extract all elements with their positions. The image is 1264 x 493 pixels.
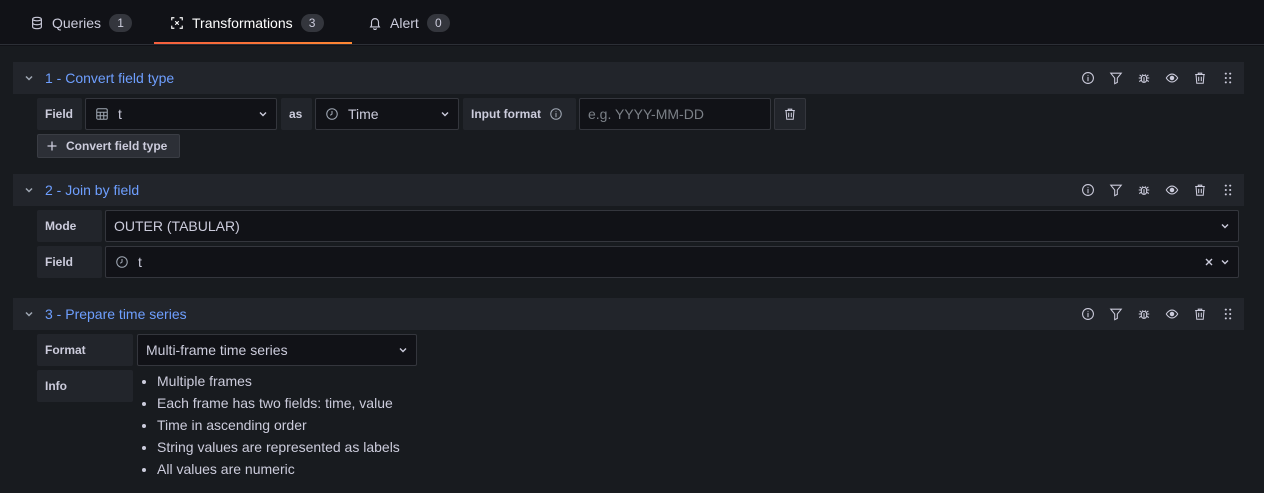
tab-transformations[interactable]: Transformations 3 bbox=[170, 0, 324, 45]
transform-icon bbox=[170, 16, 184, 30]
info-circle-icon[interactable] bbox=[1080, 70, 1096, 86]
transformation-3-header[interactable]: 3 - Prepare time series bbox=[13, 298, 1244, 330]
type-select-value: Time bbox=[348, 106, 379, 122]
input-format-placeholder: e.g. YYYY-MM-DD bbox=[588, 106, 704, 122]
chevron-down-icon[interactable] bbox=[13, 73, 45, 83]
tab-transformations-count: 3 bbox=[300, 13, 324, 32]
chevron-down-icon bbox=[258, 109, 268, 119]
clock-icon bbox=[114, 254, 130, 270]
chevron-down-icon[interactable] bbox=[13, 185, 45, 195]
transformation-2-title[interactable]: 2 - Join by field bbox=[45, 182, 139, 198]
transformation-3-title[interactable]: 3 - Prepare time series bbox=[45, 306, 187, 322]
active-tab-indicator bbox=[154, 42, 352, 44]
info-circle-icon[interactable] bbox=[549, 107, 563, 121]
list-item: Multiple frames bbox=[157, 370, 537, 392]
field-select-value: t bbox=[118, 106, 122, 122]
eye-icon[interactable] bbox=[1164, 306, 1180, 322]
drag-handle-icon[interactable] bbox=[1220, 306, 1236, 322]
list-item: String values are represented as labels bbox=[157, 436, 537, 458]
input-format-field[interactable]: e.g. YYYY-MM-DD bbox=[579, 98, 771, 130]
add-convert-field-type-button[interactable]: Convert field type bbox=[37, 134, 180, 158]
trash-icon[interactable] bbox=[1192, 182, 1208, 198]
field-select[interactable]: t bbox=[85, 98, 277, 130]
trash-icon[interactable] bbox=[1192, 306, 1208, 322]
table-icon bbox=[94, 106, 110, 122]
input-format-label-text: Input format bbox=[471, 107, 541, 121]
remove-conversion-button[interactable] bbox=[774, 98, 806, 130]
bug-icon[interactable] bbox=[1136, 306, 1152, 322]
mode-label: Mode bbox=[37, 210, 102, 242]
join-field-select[interactable]: t bbox=[105, 246, 1239, 278]
tab-alert-label: Alert bbox=[390, 14, 419, 31]
tab-queries-label: Queries bbox=[52, 14, 102, 31]
info-circle-icon[interactable] bbox=[1080, 306, 1096, 322]
eye-icon[interactable] bbox=[1164, 70, 1180, 86]
mode-select-value: OUTER (TABULAR) bbox=[114, 218, 240, 234]
transformation-2-header[interactable]: 2 - Join by field bbox=[13, 174, 1244, 206]
chevron-down-icon bbox=[1220, 257, 1230, 267]
format-select-value: Multi-frame time series bbox=[146, 342, 288, 358]
eye-icon[interactable] bbox=[1164, 182, 1180, 198]
transformation-1-header[interactable]: 1 - Convert field type bbox=[13, 62, 1244, 94]
info-label: Info bbox=[37, 370, 133, 402]
input-format-label: Input format bbox=[463, 98, 576, 130]
chevron-down-icon bbox=[398, 345, 408, 355]
list-item: All values are numeric bbox=[157, 458, 537, 480]
chevron-down-icon bbox=[1220, 221, 1230, 231]
info-circle-icon[interactable] bbox=[1080, 182, 1096, 198]
type-select[interactable]: Time bbox=[315, 98, 459, 130]
clock-icon bbox=[324, 106, 340, 122]
clear-icon[interactable] bbox=[1204, 257, 1214, 267]
drag-handle-icon[interactable] bbox=[1220, 70, 1236, 86]
filter-icon[interactable] bbox=[1108, 182, 1124, 198]
as-label: as bbox=[281, 98, 312, 130]
tab-queries[interactable]: Queries 1 bbox=[30, 0, 133, 45]
format-select[interactable]: Multi-frame time series bbox=[137, 334, 417, 366]
database-icon bbox=[30, 16, 44, 30]
trash-icon[interactable] bbox=[1192, 70, 1208, 86]
mode-select[interactable]: OUTER (TABULAR) bbox=[105, 210, 1239, 242]
bell-icon bbox=[368, 16, 382, 30]
bug-icon[interactable] bbox=[1136, 70, 1152, 86]
format-info-list: Multiple frames Each frame has two field… bbox=[137, 370, 537, 480]
format-label: Format bbox=[37, 334, 133, 366]
filter-icon[interactable] bbox=[1108, 70, 1124, 86]
chevron-down-icon bbox=[440, 109, 450, 119]
chevron-down-icon[interactable] bbox=[13, 309, 45, 319]
tab-alert-count: 0 bbox=[426, 13, 450, 32]
join-field-label: Field bbox=[37, 246, 102, 278]
trash-icon bbox=[783, 107, 797, 121]
tab-alert[interactable]: Alert 0 bbox=[368, 0, 450, 45]
plus-icon bbox=[46, 140, 58, 152]
bug-icon[interactable] bbox=[1136, 182, 1152, 198]
add-convert-field-type-label: Convert field type bbox=[66, 139, 168, 153]
transformation-1-title[interactable]: 1 - Convert field type bbox=[45, 70, 174, 86]
tab-transformations-label: Transformations bbox=[192, 14, 293, 31]
filter-icon[interactable] bbox=[1108, 306, 1124, 322]
tab-queries-count: 1 bbox=[109, 13, 133, 32]
list-item: Time in ascending order bbox=[157, 414, 537, 436]
field-label: Field bbox=[37, 98, 82, 130]
list-item: Each frame has two fields: time, value bbox=[157, 392, 537, 414]
join-field-select-value: t bbox=[138, 254, 142, 270]
drag-handle-icon[interactable] bbox=[1220, 182, 1236, 198]
